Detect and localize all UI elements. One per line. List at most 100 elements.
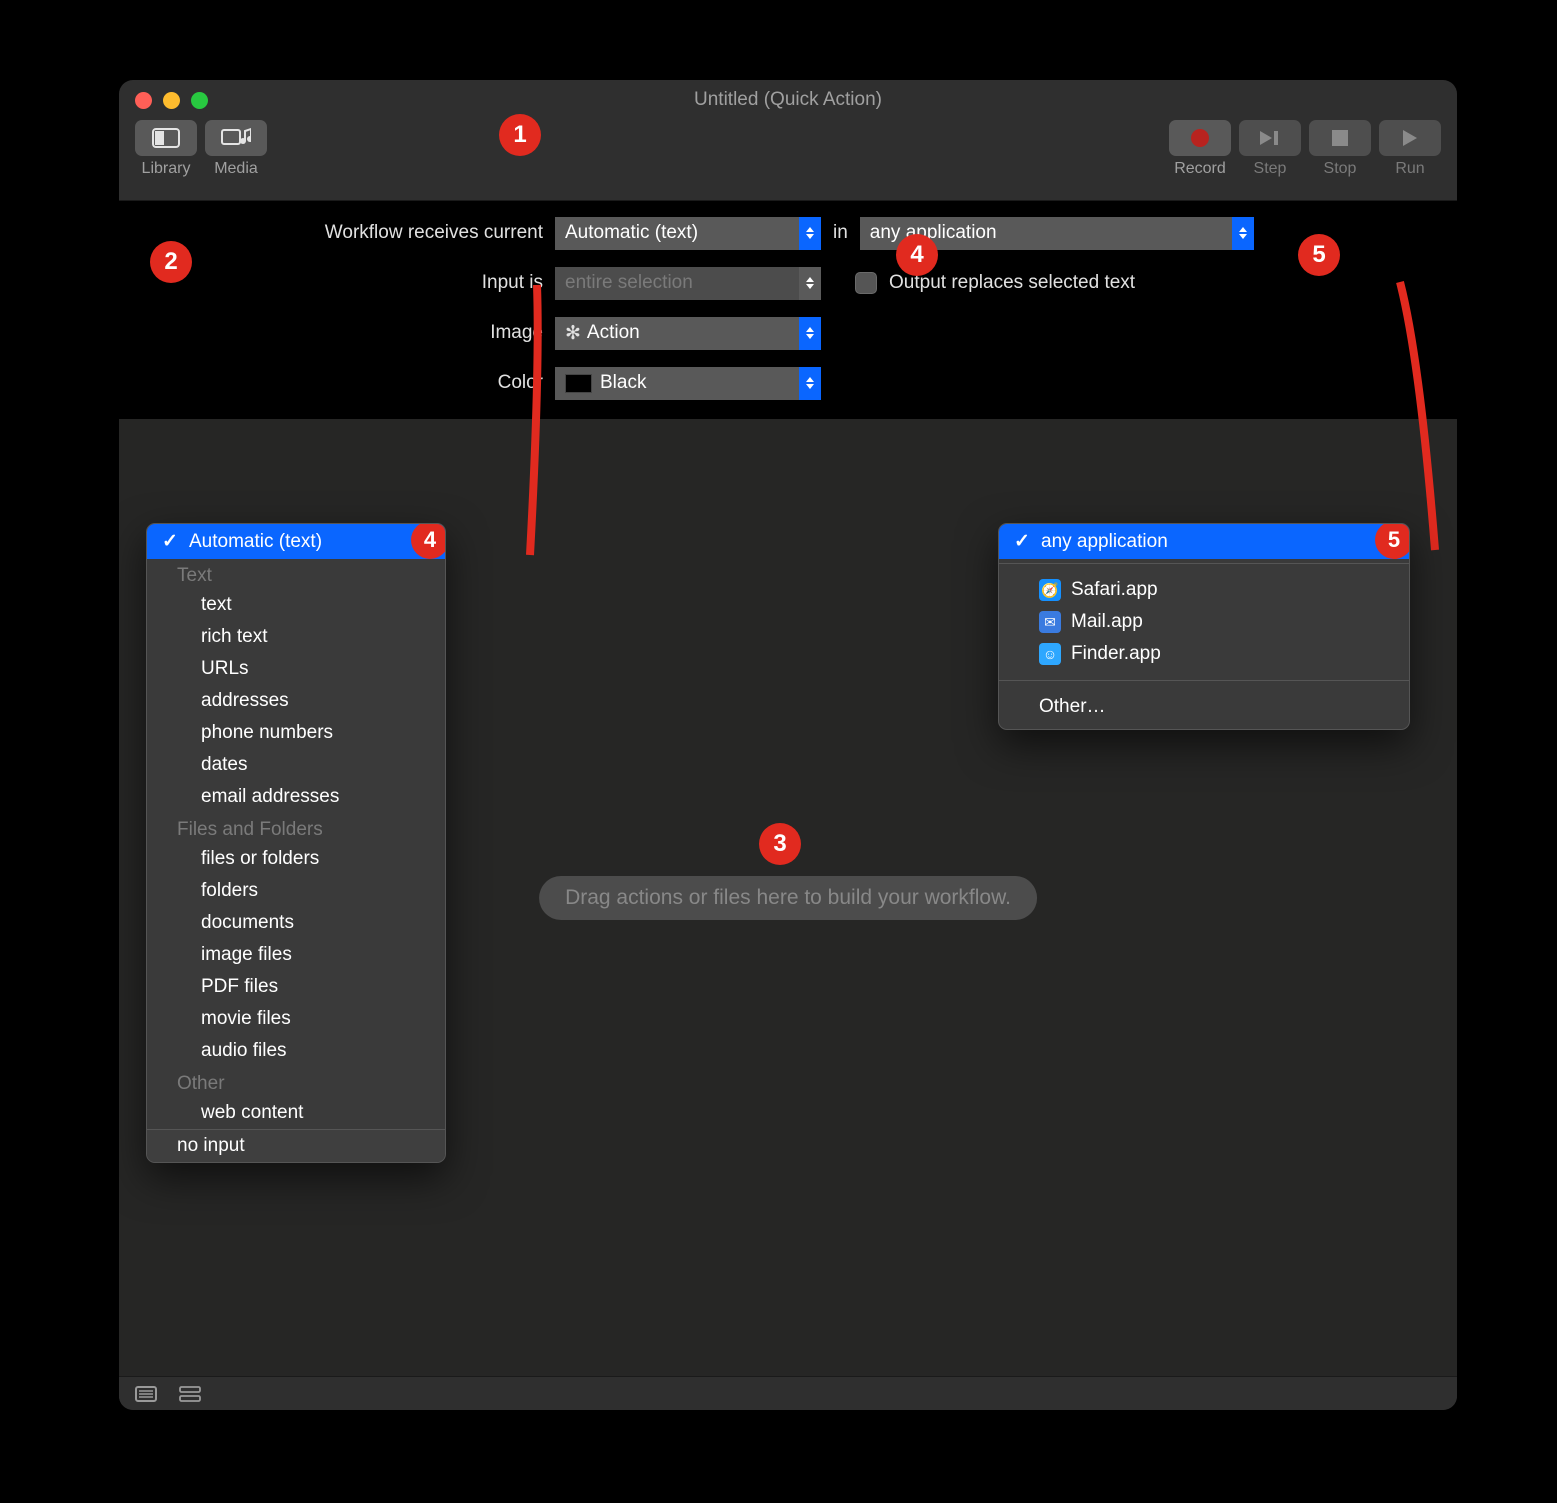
popup-item[interactable]: folders [147, 875, 445, 907]
stepper-icon [799, 217, 821, 250]
popup-item[interactable]: addresses [147, 685, 445, 717]
canvas-placeholder: Drag actions or files here to build your… [539, 876, 1037, 920]
select-image[interactable]: ✻ Action [555, 317, 821, 350]
list-view-icon[interactable] [179, 1386, 201, 1402]
log-view-icon[interactable] [135, 1386, 157, 1402]
popup-application-selected-label: any application [1041, 531, 1395, 553]
play-icon [1401, 129, 1419, 147]
stepper-icon [799, 367, 821, 400]
stage: Untitled (Quick Action) Library [0, 0, 1557, 1503]
config-row-input: Input is entire selection Output replace… [143, 265, 1433, 301]
popup-group-title: Text [147, 559, 445, 589]
popup-item[interactable]: web content [147, 1097, 445, 1129]
popup-application-selected[interactable]: ✓ any application 5 [999, 524, 1409, 559]
record-button[interactable]: Record [1169, 120, 1231, 178]
popup-item-app[interactable]: ✉︎ Mail.app [999, 606, 1409, 638]
app-icon: ☺︎ [1039, 643, 1061, 665]
select-image-value: Action [587, 322, 640, 344]
popup-item-app[interactable]: 🧭 Safari.app [999, 574, 1409, 606]
label-image: Image [143, 322, 543, 344]
annotation-3: 3 [759, 823, 801, 865]
gear-icon: ✻ [565, 322, 581, 345]
popup-item[interactable]: documents [147, 907, 445, 939]
popup-item[interactable]: URLs [147, 653, 445, 685]
app-icon: ✉︎ [1039, 611, 1061, 633]
checkbox-output-replaces[interactable] [855, 272, 877, 294]
media-label: Media [214, 160, 258, 178]
media-button[interactable]: Media [205, 120, 267, 178]
status-bar [119, 1376, 1457, 1410]
config-row-image: Image ✻ Action [143, 315, 1433, 351]
app-icon: 🧭 [1039, 579, 1061, 601]
stop-icon [1332, 130, 1348, 146]
stepper-icon [1232, 217, 1254, 250]
label-in: in [833, 222, 848, 244]
close-icon[interactable] [135, 92, 152, 109]
minimize-icon[interactable] [163, 92, 180, 109]
config-row-color: Color Black [143, 365, 1433, 401]
popup-item[interactable]: rich text [147, 621, 445, 653]
config-row-receives: Workflow receives current Automatic (tex… [143, 215, 1433, 251]
run-label: Run [1395, 160, 1424, 178]
popup-application-list: 🧭 Safari.app ✉︎ Mail.app ☺︎ Finder.app [999, 568, 1409, 676]
label-input-is: Input is [143, 272, 543, 294]
select-input-scope: entire selection [555, 267, 821, 300]
app-label: Finder.app [1071, 643, 1161, 665]
popup-item-app[interactable]: ☺︎ Finder.app [999, 638, 1409, 670]
popup-item[interactable]: PDF files [147, 971, 445, 1003]
popup-item[interactable]: image files [147, 939, 445, 971]
annotation-5-on-select: 5 [1298, 234, 1340, 276]
step-button[interactable]: Step [1239, 120, 1301, 178]
app-label: Safari.app [1071, 579, 1158, 601]
stepper-icon [799, 317, 821, 350]
popup-item[interactable]: phone numbers [147, 717, 445, 749]
stepper-icon [799, 267, 821, 300]
label-receives: Workflow receives current [143, 222, 543, 244]
popup-item[interactable]: movie files [147, 1003, 445, 1035]
record-label: Record [1174, 160, 1226, 178]
popup-item[interactable]: files or folders [147, 843, 445, 875]
popup-input-type-list: Texttextrich textURLsaddressesphone numb… [147, 559, 445, 1129]
run-button[interactable]: Run [1379, 120, 1441, 178]
toolbar-right: Record Step Stop [1169, 120, 1441, 178]
select-input-scope-value: entire selection [565, 272, 693, 294]
color-swatch [565, 374, 592, 393]
select-input-type[interactable]: Automatic (text) [555, 217, 821, 250]
select-color-value: Black [600, 372, 646, 394]
zoom-icon[interactable] [191, 92, 208, 109]
traffic-lights [119, 92, 208, 109]
popup-input-type-footer: no input [147, 1129, 445, 1162]
popup-application[interactable]: ✓ any application 5 🧭 Safari.app ✉︎ Mail.ap… [998, 523, 1410, 730]
workflow-config: Workflow receives current Automatic (tex… [119, 200, 1457, 419]
annotation-4-in-popup: 4 [411, 523, 446, 559]
annotation-2: 2 [150, 241, 192, 283]
popup-item-other-app[interactable]: Other… [999, 691, 1409, 723]
select-input-type-value: Automatic (text) [565, 222, 698, 244]
popup-input-type[interactable]: ✓ Automatic (text) 4 Texttextrich textUR… [146, 523, 446, 1163]
record-icon [1191, 129, 1209, 147]
media-icon [221, 127, 251, 149]
popup-item-no-input[interactable]: no input [147, 1130, 445, 1162]
popup-input-type-selected[interactable]: ✓ Automatic (text) 4 [147, 524, 445, 559]
library-label: Library [142, 160, 191, 178]
popup-item[interactable]: audio files [147, 1035, 445, 1067]
popup-group-title: Files and Folders [147, 813, 445, 843]
annotation-4-on-select: 4 [896, 234, 938, 276]
annotation-1: 1 [499, 114, 541, 156]
checkmark-icon: ✓ [161, 530, 179, 553]
step-label: Step [1254, 160, 1287, 178]
select-color[interactable]: Black [555, 367, 821, 400]
annotation-5-in-popup: 5 [1375, 523, 1410, 559]
window-title: Untitled (Quick Action) [119, 89, 1457, 111]
popup-item[interactable]: dates [147, 749, 445, 781]
popup-application-footer: Other… [999, 685, 1409, 729]
app-label: Mail.app [1071, 611, 1143, 633]
popup-item[interactable]: email addresses [147, 781, 445, 813]
toolbar: Library Media [119, 120, 1457, 200]
popup-item[interactable]: text [147, 589, 445, 621]
window-titlebar: Untitled (Quick Action) [119, 80, 1457, 120]
popup-input-type-selected-label: Automatic (text) [189, 531, 431, 553]
stop-button[interactable]: Stop [1309, 120, 1371, 178]
sidebar-icon [152, 128, 180, 148]
library-toggle[interactable]: Library [135, 120, 197, 178]
